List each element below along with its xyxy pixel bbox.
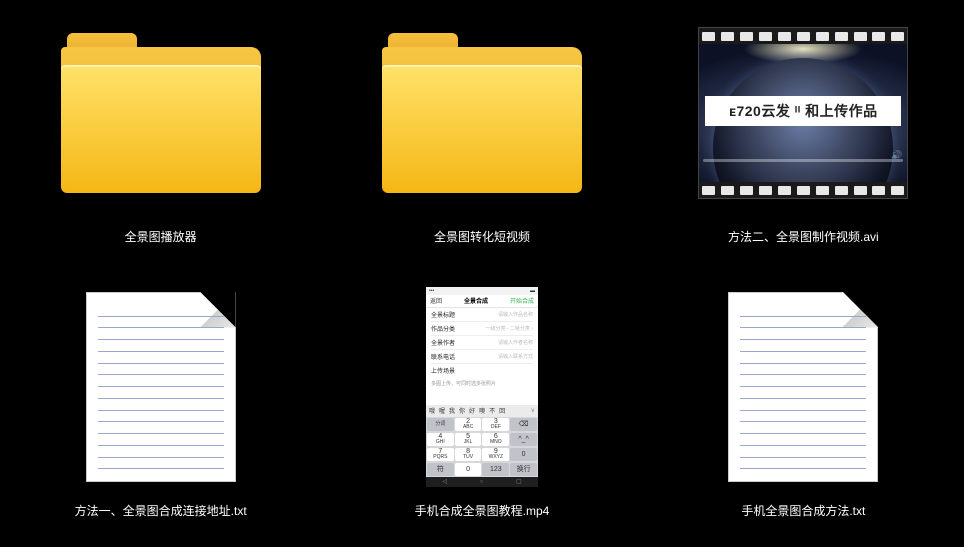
video-thumbnail: ᴇ720云发 ᴵᴵ 和上传作品 🔊: [698, 8, 908, 218]
folder-icon: [377, 8, 587, 218]
file-label: 全景图转化短视频: [434, 228, 530, 245]
file-item[interactable]: 全景图转化短视频: [321, 0, 642, 274]
file-item[interactable]: 方法一、全景图合成连接地址.txt: [0, 274, 321, 547]
file-item[interactable]: 手机全景图合成方法.txt: [643, 274, 964, 547]
file-label: 方法一、全景图合成连接地址.txt: [75, 502, 247, 519]
folder-icon: [56, 8, 266, 218]
file-item[interactable]: 全景图播放器: [0, 0, 321, 274]
file-grid: 全景图播放器 全景图转化短视频 ᴇ720云发 ᴵᴵ 和上传作品 🔊 方法二、全景…: [0, 0, 964, 547]
file-label: 手机全景图合成方法.txt: [741, 502, 865, 519]
file-label: 手机合成全景图教程.mp4: [415, 502, 550, 519]
textfile-icon: [698, 282, 908, 492]
file-item[interactable]: ᴇ720云发 ᴵᴵ 和上传作品 🔊 方法二、全景图制作视频.avi: [643, 0, 964, 274]
video-thumbnail: ••• ▬ 返回 全景合成 开始合成 全景标题请输入作品名称 作品分类一级分类 …: [377, 282, 587, 492]
textfile-icon: [56, 282, 266, 492]
file-label: 方法二、全景图制作视频.avi: [728, 228, 879, 245]
file-label: 全景图播放器: [125, 228, 197, 245]
volume-icon: 🔊: [891, 150, 899, 158]
video-banner-text: ᴇ720云发 ᴵᴵ 和上传作品: [705, 96, 901, 126]
file-item[interactable]: ••• ▬ 返回 全景合成 开始合成 全景标题请输入作品名称 作品分类一级分类 …: [321, 274, 642, 547]
